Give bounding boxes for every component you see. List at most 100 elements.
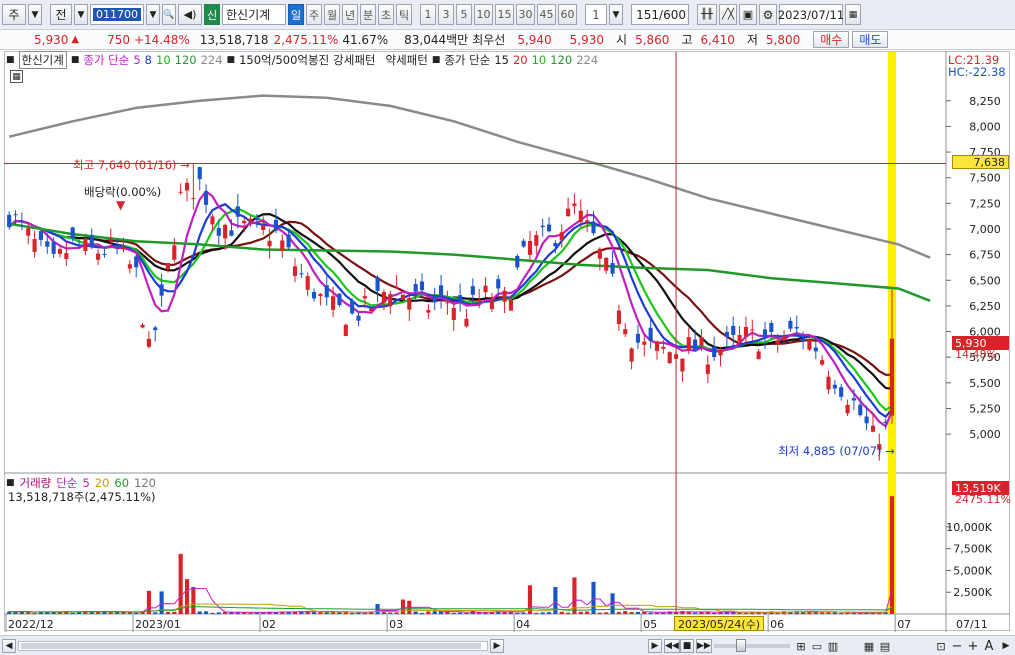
period-month-button[interactable]: 월 — [324, 4, 340, 25]
stock-code-input[interactable]: 011700 — [90, 4, 144, 25]
scroll-end-icon[interactable]: ▶ — [999, 639, 1013, 653]
minute-10-button[interactable]: 10 — [474, 4, 493, 25]
volume: 13,518,718 — [199, 32, 269, 47]
compare-icon[interactable]: ▤ — [878, 639, 892, 653]
grid-toggle-icon[interactable]: ▦ — [10, 70, 23, 83]
last-volume-pct: 2475.11% — [955, 493, 1011, 506]
legend-ma2-title[interactable]: 종가 단순 — [444, 52, 490, 68]
volume-ma-60: 60 — [114, 476, 130, 490]
count-field[interactable]: 151/600 — [631, 4, 689, 25]
save-icon[interactable]: ▣ — [739, 4, 757, 25]
fast-forward-icon[interactable]: ▶▶ — [696, 639, 712, 653]
legend-ma-5: 5 — [133, 53, 141, 67]
draw-tool-icon[interactable]: ╱╳ — [719, 4, 737, 25]
price-legend: ■ 한신기계 ■ 종가 단순 5 8 10 120 224 ■ 150억/500… — [6, 51, 599, 69]
play-icon[interactable]: ▶ — [648, 639, 662, 653]
legend-marker-icon: ■ — [431, 55, 441, 65]
calendar-icon[interactable]: ▦ — [845, 4, 861, 25]
auto-scale-icon[interactable]: A — [982, 639, 996, 654]
interval-dropdown-icon[interactable]: ▼ — [609, 4, 623, 25]
arrow-down-icon: ▼ — [116, 198, 126, 212]
interval-input[interactable]: 1 — [585, 4, 607, 25]
minute-15-button[interactable]: 15 — [495, 4, 514, 25]
search-icon[interactable]: 🔍 — [162, 4, 176, 25]
buy-button[interactable]: 매수 — [813, 31, 850, 48]
period-year-button[interactable]: 년 — [342, 4, 358, 25]
legend-ma2-224: 224 — [576, 53, 599, 67]
stock-code-value: 011700 — [93, 8, 141, 21]
current-price: 5,930 — [34, 32, 69, 47]
chart-frame[interactable] — [4, 51, 1010, 631]
scroll-left-icon[interactable]: ◀ — [2, 639, 16, 653]
period-minute-button[interactable]: 분 — [360, 4, 376, 25]
last-price-pct: 14.48% — [955, 348, 997, 361]
price-change: 750 — [107, 32, 130, 47]
minute-1-button[interactable]: 1 — [420, 4, 436, 25]
volume-ma-20: 20 — [94, 476, 110, 490]
type-select[interactable]: 주 — [2, 4, 26, 25]
up-arrow-icon: ▲ — [71, 34, 80, 45]
scroll-thumb[interactable] — [21, 643, 481, 649]
code-dropdown-icon[interactable]: ▼ — [146, 4, 160, 25]
price-change-pct: +14.48% — [133, 32, 190, 47]
zoom-region-icon[interactable]: ▭ — [810, 639, 824, 653]
high-price: 6,410 — [700, 32, 735, 47]
type-dropdown-icon[interactable]: ▼ — [28, 4, 42, 25]
speed-slider[interactable] — [714, 639, 790, 652]
low-price: 5,800 — [765, 32, 801, 47]
minute-3-button[interactable]: 3 — [438, 4, 454, 25]
arrow-right-icon: → — [885, 444, 895, 458]
legend-ma-10: 10 — [156, 53, 171, 67]
prev-button[interactable]: 전 — [50, 4, 72, 25]
legend-marker-icon: ■ — [6, 55, 15, 65]
count-value: 151 — [636, 7, 660, 22]
stock-name-field[interactable]: 한신기계 — [222, 4, 286, 25]
sell-button[interactable]: 매도 — [852, 31, 889, 48]
bar-chart-icon[interactable]: ▥ — [826, 639, 840, 653]
gear-icon[interactable]: ⚙ — [759, 4, 777, 25]
minute-60-button[interactable]: 60 — [558, 4, 577, 25]
volume-current: 13,518,718주(2,475.11%) — [8, 490, 156, 504]
zoom-out-icon[interactable]: − — [950, 639, 964, 654]
period-tick-button[interactable]: 틱 — [396, 4, 412, 25]
period-second-button[interactable]: 초 — [378, 4, 394, 25]
period-day-button[interactable]: 일 — [288, 4, 304, 25]
volume-ma-5: 5 — [82, 476, 90, 490]
legend-ma-8: 8 — [144, 53, 152, 67]
scroll-right-icon[interactable]: ▶ — [490, 639, 504, 653]
chart-type-icon[interactable]: ⊞ — [794, 639, 808, 653]
low-label: 저 — [746, 33, 758, 47]
period-week-button[interactable]: 주 — [306, 4, 322, 25]
best-bid: 5,930 — [569, 32, 605, 47]
minute-30-button[interactable]: 30 — [516, 4, 535, 25]
cursor-date-label: 2023/05/24(수) — [674, 616, 765, 631]
best-label: 최우선 — [472, 33, 506, 47]
high-annotation: 최고 7,640 (01/16) → — [73, 157, 190, 173]
prev-dropdown-icon[interactable]: ▼ — [74, 4, 88, 25]
legend-pattern-3[interactable]: 약세패턴 — [386, 52, 428, 68]
open-label: 시 — [616, 33, 628, 47]
hc-label: HC:-22.38 — [948, 65, 1006, 79]
rewind-icon[interactable]: ◀◀ — [664, 639, 680, 653]
minute-5-button[interactable]: 5 — [456, 4, 472, 25]
legend-ma-120: 120 — [174, 53, 197, 67]
candle-style-icon[interactable]: ╫╫ — [697, 4, 717, 25]
minute-45-button[interactable]: 45 — [537, 4, 556, 25]
lock-icon[interactable]: ⊡ — [934, 639, 948, 653]
scroll-bar[interactable]: ◀ ▶ ▶ ◀◀ ■ ▶▶ ⊞ ▭ ▥ ▦ ▤ ⊡ − + A ▶ — [0, 635, 1015, 655]
speed-slider-thumb[interactable] — [736, 639, 746, 652]
count-total: /600 — [659, 7, 686, 22]
scroll-track[interactable] — [18, 641, 488, 651]
speaker-icon[interactable]: ◀) — [178, 4, 202, 25]
legend-pattern-1[interactable]: 150억/500억봉진 — [239, 52, 329, 68]
zoom-in-icon[interactable]: + — [966, 639, 980, 654]
low-annotation-text: 최저 4,885 (07/07) — [778, 444, 882, 458]
legend-ma-title[interactable]: 종가 단순 — [83, 52, 129, 68]
arrow-right-icon: → — [180, 158, 190, 172]
date-input[interactable]: 2023/07/11 — [778, 4, 844, 25]
stop-icon[interactable]: ■ — [680, 639, 694, 653]
best-ask: 5,940 — [517, 32, 552, 47]
legend-stock-name[interactable]: 한신기계 — [18, 51, 67, 69]
grid-view-icon[interactable]: ▦ — [862, 639, 876, 653]
legend-pattern-2[interactable]: 강세패턴 — [333, 52, 375, 68]
